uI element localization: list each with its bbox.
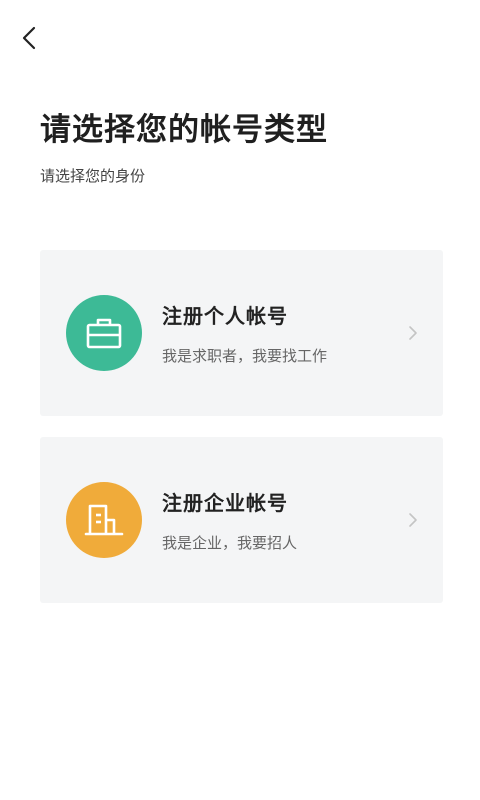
back-button[interactable] — [14, 22, 44, 54]
register-personal-account-card[interactable]: 注册个人帐号 我是求职者，我要找工作 — [40, 250, 443, 416]
building-icon — [84, 504, 124, 536]
personal-icon-circle — [66, 295, 142, 371]
card-description: 我是求职者，我要找工作 — [162, 347, 328, 365]
briefcase-icon — [86, 318, 122, 349]
chevron-left-icon — [22, 26, 36, 50]
chevron-right-icon — [409, 513, 417, 527]
account-type-page: 请选择您的帐号类型 请选择您的身份 注册个人帐号 我是求职者，我要找工作 注册企… — [0, 0, 480, 800]
chevron-right-icon — [409, 326, 417, 340]
card-title: 注册企业帐号 — [162, 491, 288, 515]
card-description: 我是企业，我要招人 — [162, 534, 298, 552]
register-company-account-card[interactable]: 注册企业帐号 我是企业，我要招人 — [40, 437, 443, 603]
card-title: 注册个人帐号 — [162, 304, 288, 328]
page-title: 请选择您的帐号类型 — [40, 112, 328, 148]
company-icon-circle — [66, 482, 142, 558]
page-subtitle: 请选择您的身份 — [40, 167, 146, 185]
